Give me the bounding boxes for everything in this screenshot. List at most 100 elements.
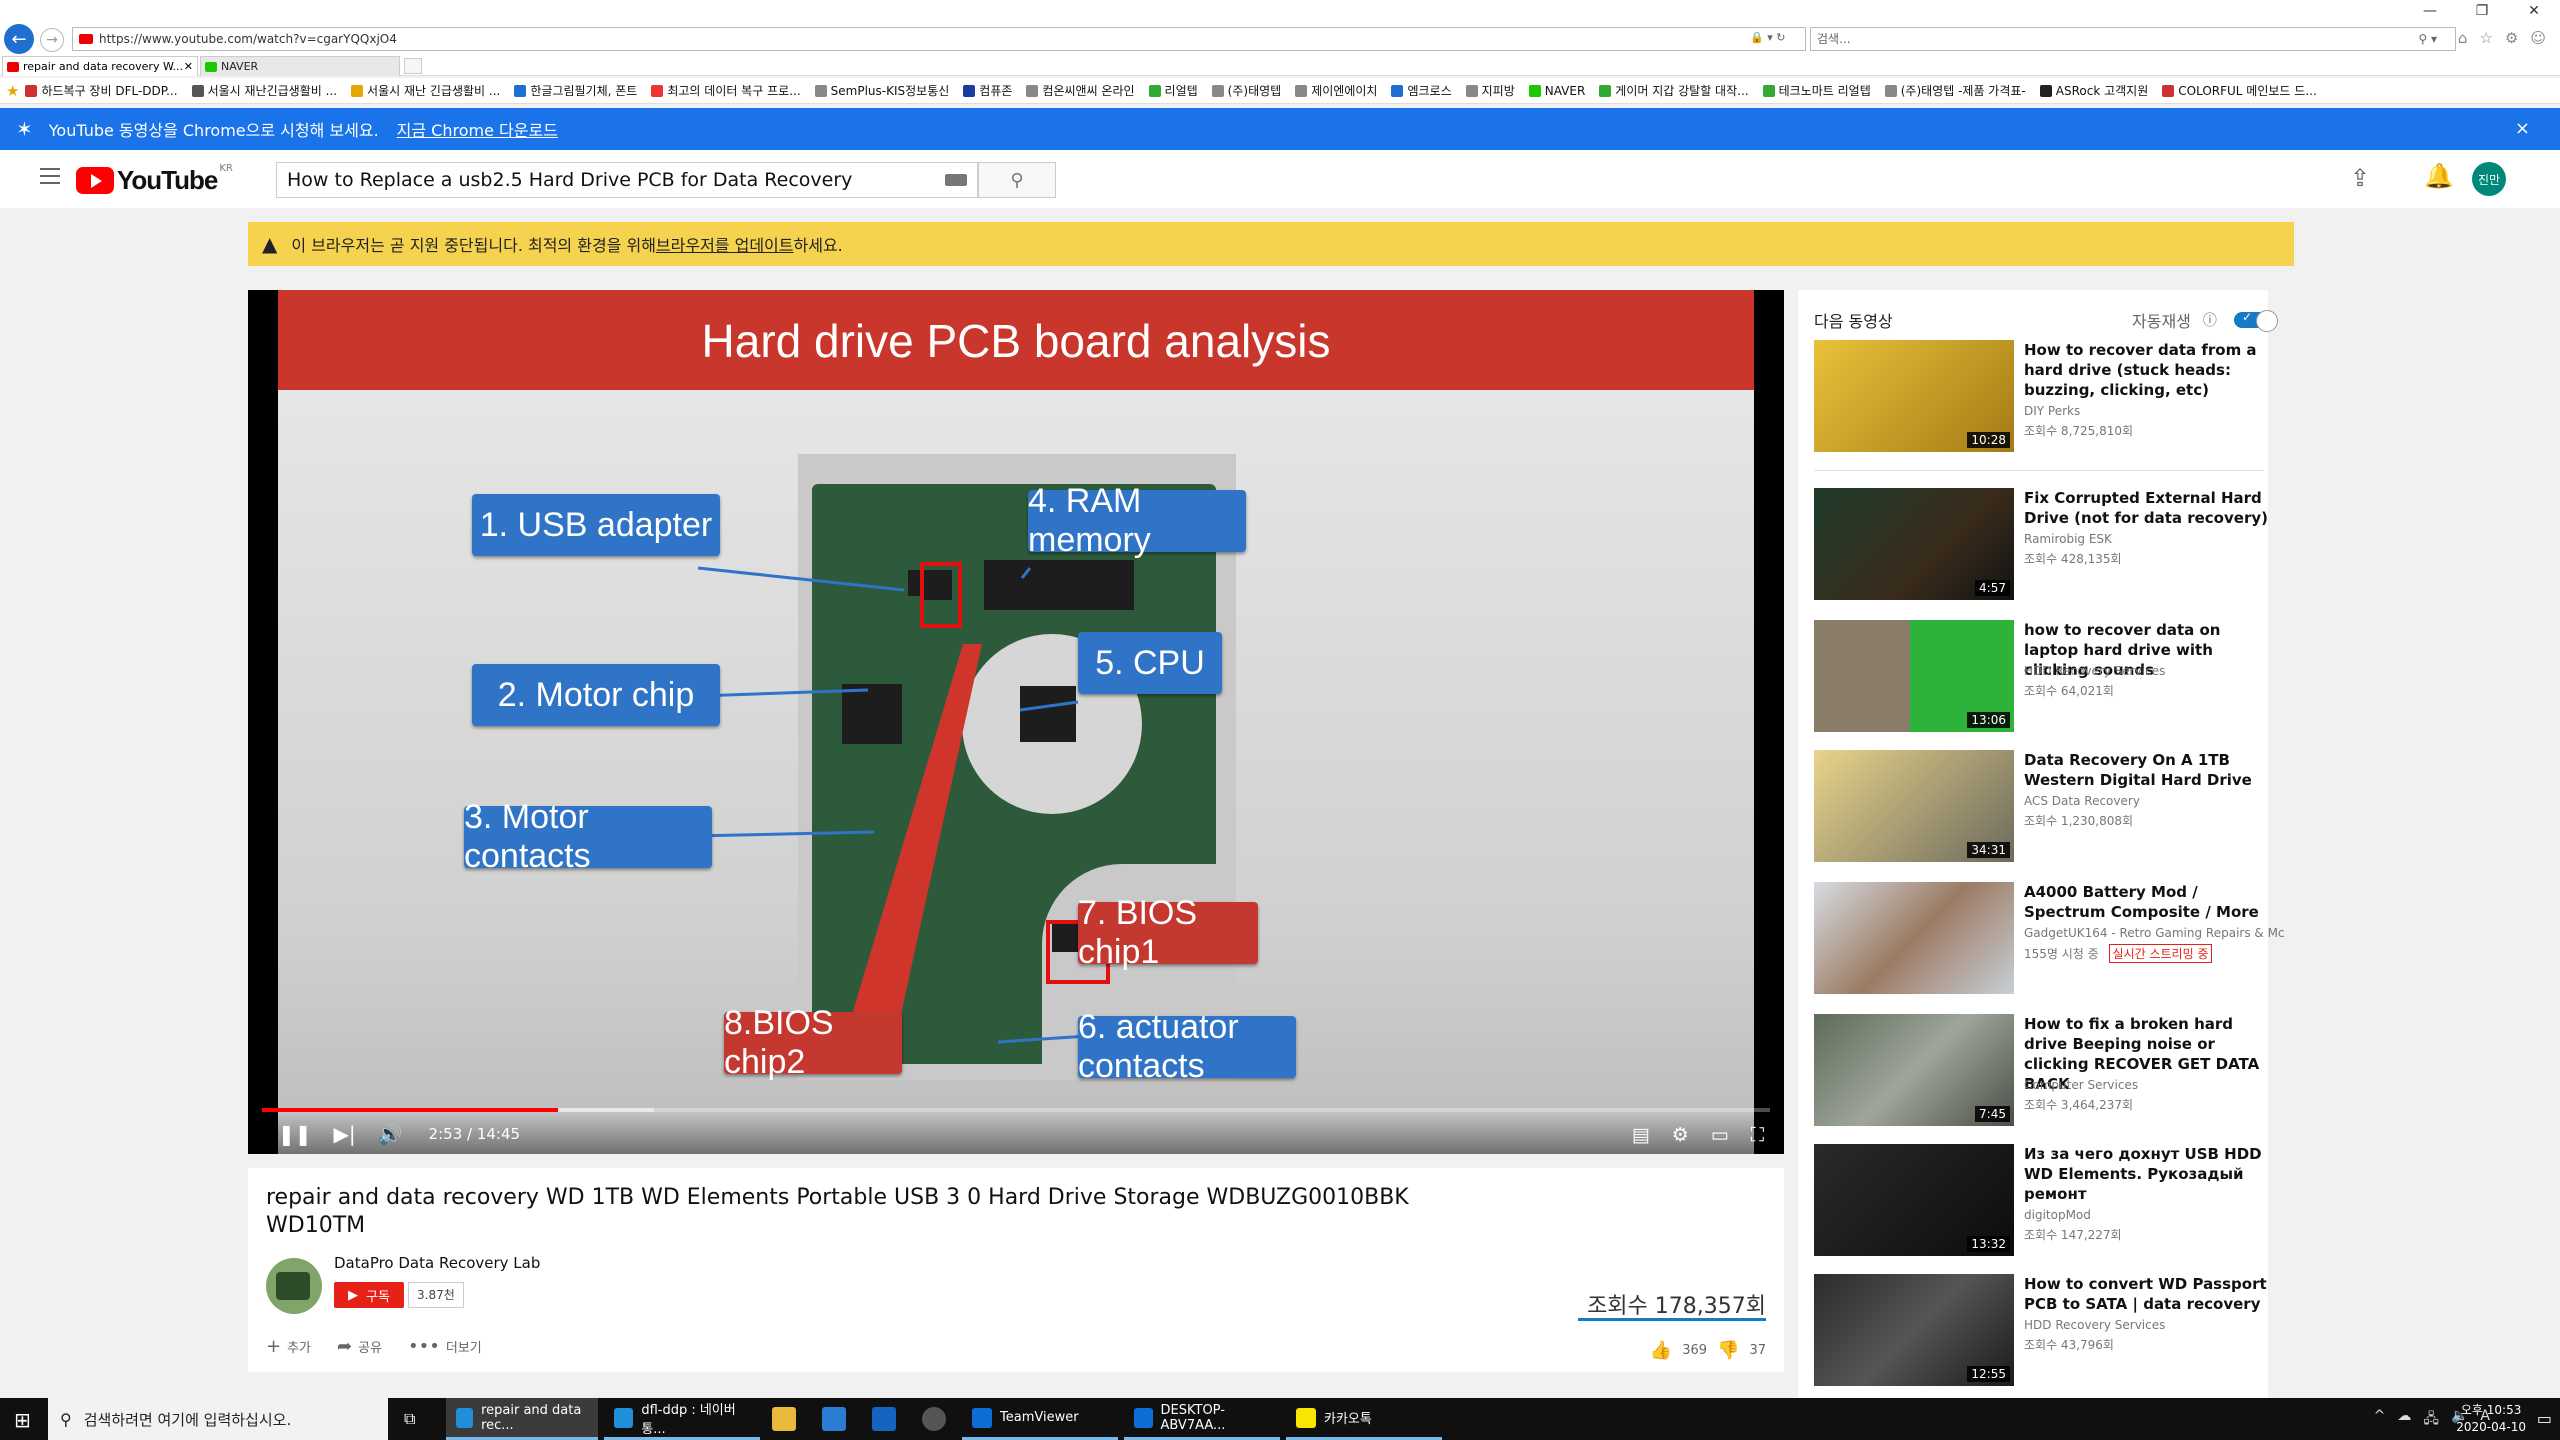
account-avatar[interactable]: 진만 [2472, 162, 2506, 196]
volume-icon[interactable]: 🔊 [378, 1122, 403, 1146]
windows-start-icon[interactable]: ⊞ [14, 1408, 31, 1432]
video-thumbnail[interactable]: 4:57 [1814, 488, 2014, 600]
forward-arrow-icon[interactable]: → [40, 28, 64, 52]
back-arrow-icon[interactable]: ← [4, 24, 34, 54]
magnifier-icon[interactable]: ⚲ ▾ [2418, 28, 2437, 50]
banner-close-icon[interactable]: × [2515, 118, 2530, 139]
favorite-link[interactable]: (주)태영텝 -제품 가격표- [1884, 82, 2026, 99]
url-input[interactable]: https://www.youtube.com/watch?v=cgarYQQx… [72, 27, 1806, 51]
taskbar-app-ie2[interactable]: dfl-ddp : 네이버 통... [604, 1398, 760, 1440]
video-title[interactable]: Fix Corrupted External Hard Drive (not f… [2024, 488, 2270, 528]
mail-icon[interactable] [872, 1407, 896, 1431]
tab-naver[interactable]: NAVER [200, 56, 400, 76]
video-thumbnail[interactable] [1814, 882, 2014, 994]
autoplay-toggle[interactable]: ✓ [2234, 310, 2278, 332]
search-button[interactable]: ⚲ [978, 162, 1056, 198]
video-title[interactable]: How to recover data from a hard drive (s… [2024, 340, 2270, 400]
smiley-icon[interactable]: ☺ [2530, 29, 2546, 47]
favorite-link[interactable]: 제이엔에이치 [1295, 82, 1377, 99]
list-item[interactable]: 13:32 Из за чего дохнут USB HDD WD Eleme… [1814, 1144, 2264, 1258]
favorite-link[interactable]: NAVER [1528, 84, 1585, 98]
share-button[interactable]: ➦ 공유 [337, 1336, 382, 1357]
settings-gear-icon[interactable]: ⚙ [1672, 1124, 1689, 1146]
favorites-star-icon[interactable]: ★ [6, 82, 19, 100]
list-item[interactable]: 7:45 How to fix a broken hard drive Beep… [1814, 1014, 2264, 1128]
list-item[interactable]: 10:28 How to recover data from a hard dr… [1814, 340, 2264, 454]
store-icon[interactable] [822, 1407, 846, 1431]
network-icon[interactable]: 🖧 [2423, 1408, 2439, 1432]
add-button[interactable]: + 추가 [266, 1336, 311, 1357]
minimize-icon[interactable]: — [2404, 0, 2456, 22]
chrome-download-link[interactable]: 지금 Chrome 다운로드 [397, 117, 558, 141]
favorite-link[interactable]: 지피방 [1465, 82, 1515, 99]
cloud-icon[interactable]: ☁ [2397, 1408, 2411, 1432]
clock[interactable]: 오후 10:53 2020-04-10 [2456, 1402, 2526, 1436]
thumbs-down-icon[interactable]: 👎 [1717, 1340, 1739, 1361]
favorite-link[interactable]: 게이머 지갑 강탈할 대작... [1599, 82, 1749, 99]
restore-icon[interactable]: ❐ [2456, 0, 2508, 22]
taskbar-app-remote[interactable]: DESKTOP-ABV7AA... [1124, 1398, 1280, 1440]
favorite-link[interactable]: 서울시 재난긴급생활비 ... [191, 82, 337, 99]
info-icon[interactable]: ⓘ [2203, 310, 2217, 330]
channel-name[interactable]: DataPro Data Recovery Lab [334, 1254, 540, 1272]
favorite-link[interactable]: (주)태영텝 [1211, 82, 1281, 99]
more-button[interactable]: ••• 더보기 [408, 1336, 482, 1357]
new-tab-button[interactable] [404, 58, 422, 74]
video-thumbnail[interactable]: 12:55 [1814, 1274, 2014, 1386]
list-item[interactable]: 13:06 how to recover data on laptop hard… [1814, 620, 2264, 734]
browser-search-input[interactable]: 검색... ⚲ ▾ [1810, 27, 2456, 51]
chevron-up-icon[interactable]: ^ [2374, 1408, 2386, 1432]
youtube-search-input[interactable]: How to Replace a usb2.5 Hard Drive PCB f… [276, 162, 978, 198]
media-player-icon[interactable] [922, 1407, 946, 1431]
progress-bar[interactable] [262, 1108, 1770, 1112]
hamburger-menu-icon[interactable] [40, 168, 60, 184]
video-title[interactable]: A4000 Battery Mod / Spectrum Composite /… [2024, 882, 2270, 922]
subtitles-icon[interactable]: ▤ [1632, 1124, 1650, 1146]
favorite-link[interactable]: 최고의 데이터 복구 프로... [651, 82, 801, 99]
favorite-link[interactable]: 하드복구 장비 DFL-DDP... [25, 82, 178, 99]
subscribe-button[interactable]: ▶ 구독 [334, 1282, 404, 1308]
taskbar-app-ie[interactable]: repair and data rec... [446, 1398, 598, 1440]
video-thumbnail[interactable]: 13:06 [1814, 620, 2014, 732]
notification-icon[interactable]: ▭ [2537, 1409, 2552, 1428]
theater-mode-icon[interactable]: ▭ [1711, 1124, 1729, 1146]
favorite-link[interactable]: 한글그림필기체, 폰트 [514, 82, 637, 99]
favorite-link[interactable]: COLORFUL 메인보드 드... [2162, 82, 2317, 99]
favorite-link[interactable]: 컴온씨앤씨 온라인 [1026, 82, 1135, 99]
video-title[interactable]: How to convert WD Passport PCB to SATA |… [2024, 1274, 2270, 1314]
video-thumbnail[interactable]: 34:31 [1814, 750, 2014, 862]
list-item[interactable]: A4000 Battery Mod / Spectrum Composite /… [1814, 882, 2285, 996]
video-thumbnail[interactable]: 7:45 [1814, 1014, 2014, 1126]
upload-icon[interactable]: ⇪ [2350, 164, 2370, 192]
home-icon[interactable]: ⌂ [2458, 29, 2468, 47]
pause-icon[interactable]: ❚❚ [278, 1122, 312, 1146]
favorite-link[interactable]: 서울시 재난 긴급생활비 ... [351, 82, 500, 99]
taskbar-app-teamviewer[interactable]: TeamViewer [962, 1398, 1118, 1440]
video-title[interactable]: Из за чего дохнут USB HDD WD Elements. Р… [2024, 1144, 2270, 1204]
thumbs-up-icon[interactable]: 👍 [1650, 1340, 1672, 1361]
file-explorer-icon[interactable] [772, 1407, 796, 1431]
video-title[interactable]: Data Recovery On A 1TB Western Digital H… [2024, 750, 2270, 790]
video-thumbnail[interactable]: 13:32 [1814, 1144, 2014, 1256]
favorite-link[interactable]: 컴퓨존 [963, 82, 1012, 99]
favorite-link[interactable]: 테크노마트 리얼텝 [1762, 82, 1871, 99]
list-item[interactable]: 34:31 Data Recovery On A 1TB Western Dig… [1814, 750, 2264, 864]
video-player[interactable]: Hard drive PCB board analysis 1. USB ada… [248, 290, 1784, 1154]
close-window-icon[interactable]: ✕ [2508, 0, 2560, 22]
youtube-logo[interactable]: YouTube KR [76, 163, 233, 196]
favorite-link[interactable]: ASRock 고객지원 [2039, 82, 2148, 99]
channel-avatar[interactable] [266, 1258, 322, 1314]
favorite-link[interactable]: SemPlus-KIS정보통신 [814, 82, 949, 99]
favorite-link[interactable]: 엠크로스 [1391, 82, 1452, 99]
notifications-bell-icon[interactable]: 🔔 [2424, 162, 2454, 190]
taskbar-search-input[interactable]: ⚲ 검색하려면 여기에 입력하십시오. [48, 1398, 388, 1440]
fullscreen-icon[interactable]: ⛶ [1751, 1124, 1764, 1146]
list-item[interactable]: 4:57 Fix Corrupted External Hard Drive (… [1814, 488, 2268, 602]
task-view-icon[interactable]: ⧉ [404, 1409, 415, 1429]
next-icon[interactable]: ▶| [334, 1122, 356, 1146]
tab-youtube[interactable]: repair and data recovery W... ✕ [2, 56, 198, 76]
list-item[interactable]: 12:55 How to convert WD Passport PCB to … [1814, 1274, 2267, 1388]
lock-refresh-icon[interactable]: 🔒 ▾ ↻ [1750, 31, 1785, 44]
keyboard-icon[interactable] [945, 174, 967, 186]
settings-gear-icon[interactable]: ⚙ [2505, 29, 2518, 47]
